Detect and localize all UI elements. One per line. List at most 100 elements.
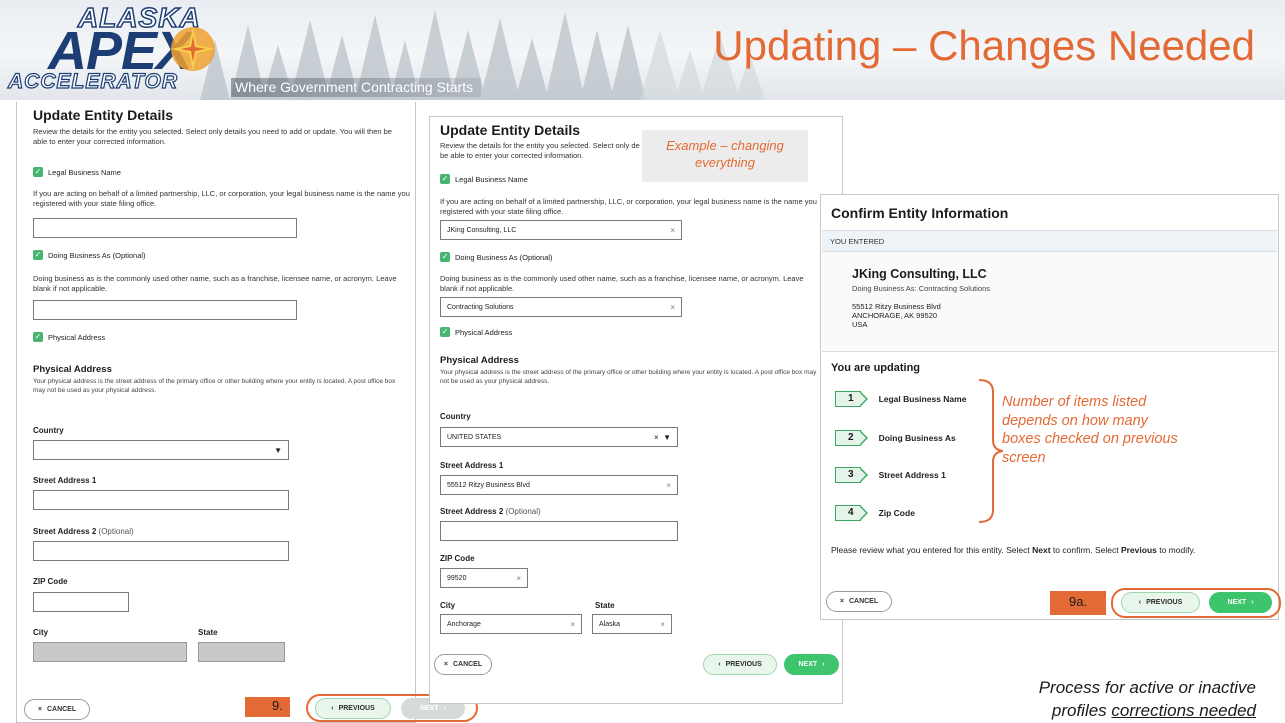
state-input[interactable]: [198, 642, 285, 662]
state-input[interactable]: Alaska ×: [592, 614, 672, 634]
country-label: Country: [440, 412, 471, 421]
left-update-form: Update Entity Details Review the details…: [16, 102, 416, 723]
next-button[interactable]: NEXT ›: [784, 654, 839, 675]
state-label: State: [595, 601, 615, 610]
legal-name-input[interactable]: JKing Consulting, LLC ×: [440, 220, 682, 240]
checkbox-checked-icon: ✓: [440, 252, 450, 262]
street2-input[interactable]: [33, 541, 289, 561]
legal-name-checkbox[interactable]: ✓ Legal Business Name: [33, 167, 121, 177]
update-item-4: 4 Zip Code: [835, 505, 915, 521]
address-line-1: 55512 Ritzy Business Blvd: [852, 302, 941, 311]
cancel-button[interactable]: × CANCEL: [826, 591, 892, 612]
physical-address-help: Your physical address is the street addr…: [440, 369, 817, 385]
city-label: City: [33, 628, 49, 637]
street2-label: Street Address 2 (Optional): [440, 507, 541, 516]
checkbox-label: Legal Business Name: [48, 167, 121, 177]
update-item-1: 1 Legal Business Name: [835, 391, 966, 407]
updating-heading: You are updating: [831, 362, 921, 374]
street1-input[interactable]: 55512 Ritzy Business Blvd ×: [440, 475, 678, 495]
close-icon: ×: [443, 661, 448, 668]
input-value: JKing Consulting, LLC: [447, 226, 517, 234]
step-badge-9: 9.: [245, 697, 290, 717]
process-note: Process for active or inactive profiles …: [926, 676, 1256, 722]
city-input[interactable]: [33, 642, 187, 662]
checkbox-label: Physical Address: [455, 327, 513, 337]
clear-icon[interactable]: ×: [660, 620, 665, 629]
dba-line: Doing Business As: Contracting Solutions: [852, 284, 990, 293]
item-number: 3: [835, 467, 868, 483]
city-label: City: [440, 601, 456, 610]
country-select[interactable]: ▼: [33, 440, 289, 460]
checkbox-label: Doing Business As (Optional): [48, 250, 146, 260]
you-entered-bar: YOU ENTERED: [822, 230, 1277, 252]
legal-name-help: If you are acting on behalf of a limited…: [33, 189, 410, 208]
items-callout: Number of items listed depends on how ma…: [1002, 394, 1178, 466]
dba-input[interactable]: [33, 300, 297, 320]
legal-name-help: If you are acting on behalf of a limited…: [440, 197, 817, 216]
zip-input[interactable]: [33, 592, 129, 612]
clear-icon[interactable]: ×: [516, 574, 521, 583]
chevron-right-icon: ›: [1251, 599, 1254, 606]
zip-input[interactable]: 99520 ×: [440, 568, 528, 588]
checkbox-label: Physical Address: [48, 332, 106, 342]
checkbox-checked-icon: ✓: [33, 167, 43, 177]
clear-icon[interactable]: ×: [666, 481, 671, 490]
next-button[interactable]: NEXT ›: [1209, 592, 1272, 613]
form-title: Update Entity Details: [33, 107, 174, 123]
cancel-button[interactable]: × CANCEL: [24, 699, 90, 720]
caret-down-icon: ▼: [274, 445, 282, 455]
header-banner: ALASKA APEX ACCELERATOR Where Government…: [0, 0, 1285, 100]
street2-input[interactable]: [440, 521, 678, 541]
clear-icon[interactable]: ×: [670, 303, 675, 312]
compass-star-icon: [171, 27, 215, 71]
street1-label: Street Address 1: [440, 461, 504, 470]
chevron-right-icon: ›: [443, 705, 446, 712]
review-instruction: Please review what you entered for this …: [831, 545, 1196, 555]
chevron-left-icon: ‹: [718, 661, 721, 668]
item-label: Zip Code: [878, 508, 915, 518]
cancel-button[interactable]: × CANCEL: [434, 654, 492, 675]
close-icon: ×: [839, 598, 844, 605]
clear-and-caret: × ▼: [653, 432, 671, 442]
country-label: Country: [33, 426, 64, 435]
chevron-right-icon: ›: [822, 661, 825, 668]
close-icon: ×: [37, 706, 42, 713]
city-input[interactable]: Anchorage ×: [440, 614, 582, 634]
street1-input[interactable]: [33, 490, 289, 510]
zip-label: ZIP Code: [440, 554, 475, 563]
checkbox-label: Legal Business Name: [455, 174, 528, 184]
physical-address-heading: Physical Address: [33, 364, 112, 375]
input-value: Contracting Solutions: [447, 303, 514, 311]
input-value: 99520: [447, 574, 467, 582]
bracket-shape: [978, 379, 1004, 523]
item-number: 4: [835, 505, 868, 521]
checkbox-checked-icon: ✓: [440, 327, 450, 337]
clear-icon[interactable]: ×: [570, 620, 575, 629]
checkbox-checked-icon: ✓: [33, 250, 43, 260]
form-intro: Review the details for the entity you se…: [440, 141, 640, 160]
input-value: 55512 Ritzy Business Blvd: [447, 481, 530, 489]
previous-button[interactable]: ‹ PREVIOUS: [703, 654, 777, 675]
dba-checkbox[interactable]: ✓ Doing Business As (Optional): [440, 252, 553, 262]
legal-name-checkbox[interactable]: ✓ Legal Business Name: [440, 174, 528, 184]
physical-address-checkbox[interactable]: ✓ Physical Address: [33, 332, 105, 342]
item-label: Street Address 1: [878, 470, 946, 480]
entity-name: JKing Consulting, LLC: [852, 267, 987, 281]
note-line-1: Process for active or inactive: [1038, 678, 1256, 697]
country-select[interactable]: UNITED STATES × ▼: [440, 427, 678, 447]
select-value: UNITED STATES: [447, 433, 502, 441]
chevron-left-icon: ‹: [1138, 599, 1142, 606]
dba-input[interactable]: Contracting Solutions ×: [440, 297, 682, 317]
previous-button[interactable]: ‹ PREVIOUS: [315, 698, 391, 719]
clear-icon[interactable]: ×: [670, 226, 675, 235]
entered-details: JKing Consulting, LLC Doing Business As:…: [822, 252, 1277, 352]
previous-button[interactable]: ‹ PREVIOUS: [1121, 592, 1200, 613]
dba-checkbox[interactable]: ✓ Doing Business As (Optional): [33, 250, 146, 260]
update-item-3: 3 Street Address 1: [835, 467, 946, 483]
street2-label: Street Address 2 (Optional): [33, 527, 134, 536]
chevron-left-icon: ‹: [331, 705, 334, 712]
legal-name-input[interactable]: [33, 218, 297, 238]
physical-address-checkbox[interactable]: ✓ Physical Address: [440, 327, 512, 337]
address-line-3: USA: [852, 320, 868, 329]
item-label: Doing Business As: [878, 433, 956, 443]
